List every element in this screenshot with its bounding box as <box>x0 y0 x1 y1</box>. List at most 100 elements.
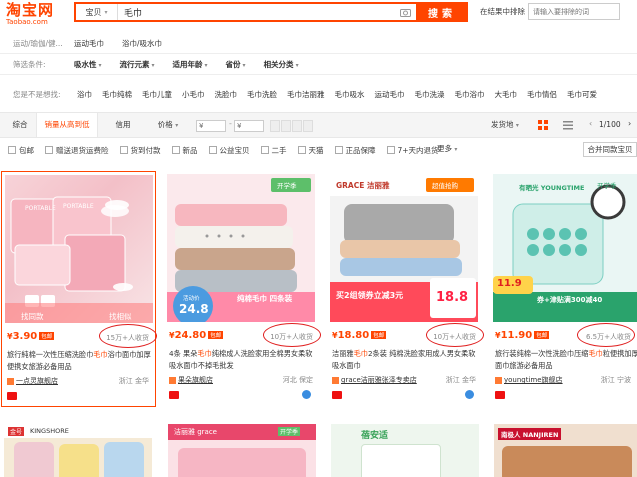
related-row-label: 您是不是想找: <box>13 89 61 99</box>
checkbox-7day-return[interactable]: 7+天内退货 <box>386 145 439 156</box>
checkbox-genuine[interactable]: 正品保障 <box>334 145 376 156</box>
find-same-button[interactable]: 找同款 <box>21 311 44 322</box>
related-item[interactable]: 小毛巾 <box>182 89 205 100</box>
price-range-segment[interactable] <box>303 120 313 132</box>
product-image[interactable]: 洁丽雅 grace 开学季 <box>168 424 316 477</box>
related-item[interactable]: 毛巾儿童 <box>142 89 172 100</box>
merge-same-button[interactable]: 合并同款宝贝 <box>583 142 637 157</box>
chevron-down-icon: ▾ <box>204 61 208 69</box>
price-max-input[interactable]: ¥ <box>234 120 264 132</box>
gold-badge-icon: 金号 <box>8 427 25 436</box>
promo-price: 18.8 <box>436 290 469 305</box>
shop-link[interactable]: grace洁丽雅张泽专卖店 <box>332 375 417 385</box>
category-sport-towel[interactable]: 运动毛巾 <box>74 38 104 49</box>
sort-tab-default[interactable]: 综合 <box>6 113 34 137</box>
product-title[interactable]: 旅行純棉一次性压缩洗脸巾毛巾浴巾面巾加厚便携女旅游必备用品 <box>7 349 152 373</box>
shop-icon <box>495 376 502 384</box>
shop-link[interactable]: youngtime旗舰店 <box>495 375 563 385</box>
checkbox-second-hand[interactable]: 二手 <box>260 145 287 156</box>
filter-absorbency[interactable]: 吸水性 ▾ <box>74 59 102 70</box>
sort-tab-sales[interactable]: 销量从高到低 <box>36 113 98 137</box>
search-type-select[interactable]: 宝贝 ▾ <box>76 4 118 20</box>
checkbox-return-insurance[interactable]: 赠送退货运费险 <box>45 145 109 156</box>
related-item[interactable]: 毛巾洁丽雅 <box>287 89 325 100</box>
checkbox-free-shipping[interactable]: 包邮 <box>8 145 34 156</box>
related-item[interactable]: 毛巾吸水 <box>335 89 365 100</box>
product-image[interactable]: 有晒光 YOUNGTIME 开学季 11.9 券+津贴满300减40 <box>493 174 637 322</box>
ship-from-select[interactable]: 发货地 ▾ <box>491 113 519 137</box>
shop-link[interactable]: 一点灵旗舰店 <box>7 376 58 386</box>
sales-highlight-circle <box>263 323 321 347</box>
related-item[interactable]: 运动毛巾 <box>375 89 405 100</box>
sort-tab-credit[interactable]: 信用 <box>108 113 138 137</box>
related-item[interactable]: 洗脸巾 <box>215 89 238 100</box>
filter-age[interactable]: 适用年龄 ▾ <box>173 59 208 70</box>
filter-related[interactable]: 相关分类 ▾ <box>264 59 299 70</box>
product-image[interactable]: PORTABLE PORTABLE 找同款 找相似 <box>5 175 153 323</box>
related-item[interactable]: 毛巾情侣 <box>527 89 557 100</box>
related-item[interactable]: 毛巾洗脸 <box>247 89 277 100</box>
related-item[interactable]: 毛巾洗澡 <box>415 89 445 100</box>
search-bar: 宝贝 ▾ 搜索 <box>74 2 468 22</box>
related-item[interactable]: 浴巾 <box>77 89 92 100</box>
promo-text: 买2组领券立减3元 <box>336 291 404 300</box>
price-range-segment[interactable] <box>270 120 280 132</box>
related-item[interactable]: 毛巾可爱 <box>567 89 597 100</box>
checkbox-cod[interactable]: 货到付款 <box>119 145 161 156</box>
search-button[interactable]: 搜索 <box>416 2 468 22</box>
filter-style[interactable]: 流行元素 ▾ <box>120 59 155 70</box>
related-item[interactable]: 大毛巾 <box>495 89 518 100</box>
list-view-icon[interactable] <box>563 120 573 130</box>
price-value: 11.90 <box>500 330 533 341</box>
product-card[interactable]: 开学季 纯棉毛巾 四条装 活动价 24.8 ¥24.80 包邮 10万+人收货 4… <box>164 171 321 407</box>
checkbox-label: 公益宝贝 <box>219 145 250 155</box>
product-image[interactable]: 南极人 NANJIREN <box>494 424 637 477</box>
next-page-icon[interactable]: › <box>628 119 631 128</box>
price-range-segment[interactable] <box>292 120 302 132</box>
filter-province-label: 省份 <box>225 59 241 69</box>
location: 浙江 金华 <box>118 377 149 385</box>
filter-row-label: 筛选条件: <box>13 59 46 69</box>
related-item[interactable]: 毛巾浴巾 <box>455 89 485 100</box>
product-image[interactable]: GRACE 洁丽雅 超值抢购 买2组领券立减3元 18.8 <box>330 174 478 322</box>
checkbox-tmall[interactable]: 天猫 <box>297 145 324 156</box>
sort-tab-price[interactable]: 价格 ▾ <box>148 113 188 137</box>
product-title[interactable]: 洁丽雅毛巾2条装 纯棉洗脸家用成人男女柔软吸水面巾 <box>332 348 477 372</box>
camera-icon[interactable] <box>398 4 412 20</box>
checkbox-box <box>386 146 395 154</box>
shop-name: 果朵旗舰店 <box>178 376 213 384</box>
search-input[interactable] <box>118 4 398 20</box>
logo-main-text: 淘宝网 <box>6 1 55 19</box>
related-item[interactable]: 毛巾纯棉 <box>102 89 132 100</box>
free-shipping-badge: 包邮 <box>39 332 55 340</box>
product-card[interactable]: PORTABLE PORTABLE 找同款 找相似 ¥3.90 包邮 15万+人收… <box>1 171 157 407</box>
product-image[interactable]: 金号 KINGSHORE <box>4 424 152 477</box>
product-title[interactable]: 旅行装纯棉一次性洗脸巾压缩毛巾粒便携加厚面巾旅游必备用品 <box>495 348 637 372</box>
category-bath-towel[interactable]: 浴巾/吸水巾 <box>122 38 162 49</box>
product-title[interactable]: 4条 果朵毛巾纯棉成人洗脸家用全棉男女柔软吸水面巾不掉毛批发 <box>169 348 314 372</box>
shop-link[interactable]: 果朵旗舰店 <box>169 375 213 385</box>
divider <box>0 53 637 54</box>
grid-view-icon[interactable] <box>538 120 548 130</box>
product-card[interactable]: 有晒光 YOUNGTIME 开学季 11.9 券+津贴满300减40 ¥11.9… <box>490 171 637 407</box>
prev-page-icon[interactable]: ‹ <box>589 119 592 128</box>
brand-logo-text: GRACE 洁丽雅 <box>336 181 390 190</box>
exclude-input[interactable] <box>528 3 620 20</box>
package-shape <box>361 444 441 477</box>
more-filters-button[interactable]: 更多 ▾ <box>437 143 457 154</box>
tmall-badge-icon <box>495 391 505 399</box>
chevron-down-icon: ▾ <box>104 8 108 16</box>
checkbox-new[interactable]: 新品 <box>171 145 198 156</box>
search-type-label: 宝贝 <box>85 7 102 17</box>
product-image[interactable]: 蓓安适 <box>331 424 479 477</box>
find-similar-button[interactable]: 找相似 <box>109 311 132 322</box>
sales-highlight-circle <box>426 323 484 347</box>
taobao-logo[interactable]: 淘宝网 Taobao.com <box>6 2 66 28</box>
product-image[interactable]: 开学季 纯棉毛巾 四条装 活动价 24.8 <box>167 174 315 322</box>
product-card[interactable]: GRACE 洁丽雅 超值抢购 买2组领券立减3元 18.8 ¥18.80 包邮 1… <box>327 171 484 407</box>
chevron-down-icon: ▾ <box>515 122 519 129</box>
checkbox-charity[interactable]: 公益宝贝 <box>208 145 250 156</box>
filter-province[interactable]: 省份 ▾ <box>226 59 246 70</box>
price-min-input[interactable]: ¥ <box>196 120 226 132</box>
price-range-segment[interactable] <box>281 120 291 132</box>
